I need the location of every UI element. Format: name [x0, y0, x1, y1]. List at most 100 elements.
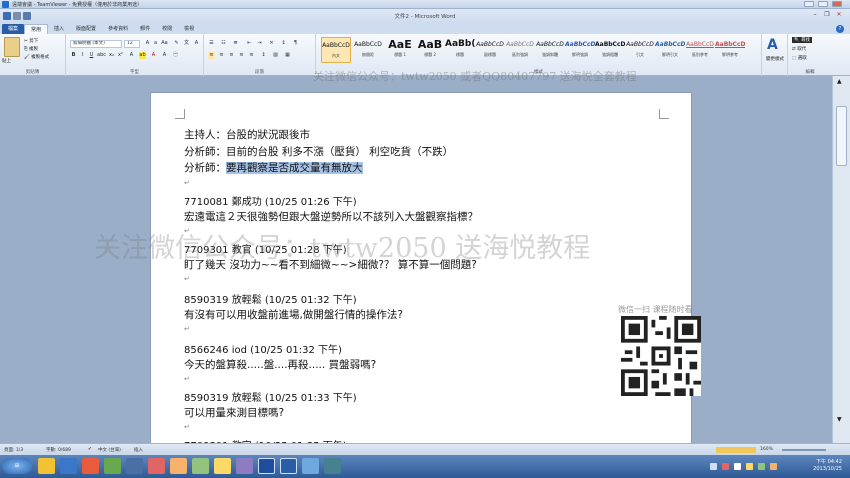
- chart-app-icon[interactable]: [236, 458, 253, 474]
- zoom-level[interactable]: 160%: [760, 447, 773, 452]
- app-icon[interactable]: [126, 458, 143, 474]
- doc-line[interactable]: 有沒有可以用收盤前進場,做開盤行情的操作法?: [184, 307, 403, 322]
- numbering-icon[interactable]: ☷: [220, 40, 227, 47]
- paste-button[interactable]: 貼上: [2, 58, 11, 64]
- bullets-icon[interactable]: ☰: [208, 40, 215, 47]
- word-taskbar-icon[interactable]: [280, 458, 297, 474]
- line-spacing-icon[interactable]: ↕: [260, 52, 267, 59]
- teamviewer-taskbar-icon[interactable]: [258, 458, 275, 474]
- align-right-icon[interactable]: ≡: [228, 52, 235, 59]
- start-button[interactable]: ⊞: [2, 458, 32, 474]
- style-normal[interactable]: AaBbCcD 內文: [321, 37, 351, 63]
- superscript-icon[interactable]: x²: [117, 52, 124, 59]
- tv-close-button[interactable]: [832, 1, 842, 7]
- tab-layout[interactable]: 版面配置: [70, 24, 102, 34]
- style-heading-1[interactable]: AaE 標題 1: [385, 37, 415, 63]
- proofing-icon[interactable]: ✔: [88, 447, 92, 452]
- highlight-color-icon[interactable]: ab: [139, 52, 146, 59]
- chinese-layout-icon[interactable]: ✕: [268, 40, 275, 47]
- vertical-scrollbar[interactable]: ▲ ▼: [832, 76, 850, 443]
- show-marks-icon[interactable]: ¶: [292, 40, 299, 47]
- app-icon[interactable]: [148, 458, 165, 474]
- justify-icon[interactable]: ≡: [238, 52, 245, 59]
- grow-font-icon[interactable]: A: [144, 40, 151, 47]
- underline-icon[interactable]: U: [88, 52, 95, 59]
- style-no-spacing[interactable]: AaBbCcD 無間距: [353, 37, 383, 63]
- font-name-select[interactable]: 新細明體 (本文): [70, 40, 122, 48]
- app-icon[interactable]: [214, 458, 231, 474]
- replace-button[interactable]: ⇄ 取代: [792, 46, 806, 52]
- doc-line[interactable]: 主持人：台股的狀況跟後市: [184, 127, 310, 142]
- format-painter-button[interactable]: 🖌 複製格式: [24, 54, 49, 60]
- multilevel-icon[interactable]: ≣: [232, 40, 239, 47]
- view-buttons[interactable]: [716, 447, 756, 453]
- tab-mailings[interactable]: 郵件: [134, 24, 156, 34]
- tab-references[interactable]: 參考資料: [102, 24, 134, 34]
- style-subtitle[interactable]: AaBbCcD 副標題: [475, 37, 505, 63]
- message-header[interactable]: 7710081 鄭成功 (10/25 01:26 下午): [184, 193, 357, 208]
- media-icon[interactable]: [60, 458, 77, 474]
- minimize-icon[interactable]: –: [810, 11, 820, 19]
- tray-icon[interactable]: [758, 463, 765, 470]
- scrollbar-thumb[interactable]: [836, 106, 847, 166]
- enclose-char-icon[interactable]: ㊀: [172, 52, 179, 59]
- shading-icon[interactable]: ▨: [272, 52, 279, 59]
- paste-icon[interactable]: [4, 37, 20, 57]
- scroll-down-icon[interactable]: ▼: [837, 416, 842, 423]
- bold-icon[interactable]: B: [70, 52, 77, 59]
- app-icon[interactable]: [192, 458, 209, 474]
- align-center-icon[interactable]: ≡: [218, 52, 225, 59]
- restore-icon[interactable]: ❐: [822, 11, 832, 19]
- distribute-icon[interactable]: ≡: [248, 52, 255, 59]
- style-intense-emphasis[interactable]: AaBbCcD 鮮明強調: [565, 37, 595, 63]
- doc-line[interactable]: 分析師：目前的台股 利多不漲（壓貨） 利空吃貨（不跌）: [184, 144, 453, 159]
- sort-icon[interactable]: ↕: [280, 40, 287, 47]
- word-count[interactable]: 字數: 0/689: [46, 447, 71, 453]
- doc-line[interactable]: 今天的盤算殺.....盤....再殺..... 買盤弱嗎?: [184, 357, 376, 372]
- text-effects-icon[interactable]: A: [128, 52, 135, 59]
- doc-line[interactable]: 可以用量來測目標嗎?: [184, 405, 284, 420]
- char-shading-icon[interactable]: A: [161, 52, 168, 59]
- doc-line[interactable]: 宏遠電這２天很強勢但跟大盤逆勢所以不該列入大盤觀察指標？: [184, 209, 478, 224]
- doc-line[interactable]: 分析師：要再觀察是否成交量有無放大: [184, 160, 363, 175]
- selected-text[interactable]: 要再觀察是否成交量有無放大: [226, 162, 363, 174]
- clear-format-icon[interactable]: ✎: [173, 40, 180, 47]
- language-indicator[interactable]: 中文 (台灣): [98, 447, 121, 453]
- network-icon[interactable]: [746, 463, 753, 470]
- copy-button[interactable]: ⎘ 複製: [24, 46, 38, 52]
- style-heading-2[interactable]: AaB 標題 2: [415, 37, 445, 63]
- style-subtle-emphasis[interactable]: AaBbCcD 區別強調: [505, 37, 535, 63]
- style-subtle-reference[interactable]: AaBbCcD 區別參考: [685, 37, 715, 63]
- strikethrough-icon[interactable]: abc: [97, 52, 106, 59]
- style-quote[interactable]: AaBbCcD 引文: [625, 37, 655, 63]
- zoom-slider[interactable]: [782, 449, 826, 451]
- style-intense-quote[interactable]: AaBbCcD 鮮明引文: [655, 37, 685, 63]
- find-button[interactable]: 🔍 尋找: [792, 37, 813, 43]
- font-color-icon[interactable]: A: [150, 52, 157, 59]
- tray-icon[interactable]: [722, 463, 729, 470]
- change-case-icon[interactable]: Aa: [161, 40, 168, 47]
- char-border-icon[interactable]: A: [193, 40, 200, 47]
- explorer-icon[interactable]: [38, 458, 55, 474]
- insert-mode[interactable]: 插入: [134, 447, 143, 453]
- app-icon[interactable]: [324, 458, 341, 474]
- cut-button[interactable]: ✂ 剪下: [24, 38, 38, 44]
- align-left-icon[interactable]: ≡: [208, 52, 215, 59]
- decrease-indent-icon[interactable]: ⇤: [246, 40, 253, 47]
- help-icon[interactable]: ?: [836, 25, 844, 33]
- tab-insert[interactable]: 插入: [48, 24, 70, 34]
- borders-icon[interactable]: ▦: [284, 52, 291, 59]
- tab-review[interactable]: 校閱: [156, 24, 178, 34]
- message-header[interactable]: 8590319 放輕鬆 (10/25 01:33 下午): [184, 389, 357, 404]
- clock[interactable]: 下午 04:42 2013/10/25: [813, 459, 842, 473]
- tv-maximize-button[interactable]: [818, 1, 828, 7]
- phonetic-icon[interactable]: 文: [183, 40, 190, 47]
- change-styles-icon[interactable]: A: [767, 37, 778, 53]
- style-strong[interactable]: AaBbCcD 強調粗體: [595, 37, 625, 63]
- style-title[interactable]: AaBb(標題: [445, 37, 475, 63]
- change-styles-button[interactable]: 變更樣式: [763, 56, 787, 62]
- font-size-select[interactable]: 12: [124, 40, 140, 48]
- page-indicator[interactable]: 頁面: 1/3: [4, 447, 23, 453]
- italic-icon[interactable]: I: [79, 52, 86, 59]
- subscript-icon[interactable]: x₂: [108, 52, 115, 59]
